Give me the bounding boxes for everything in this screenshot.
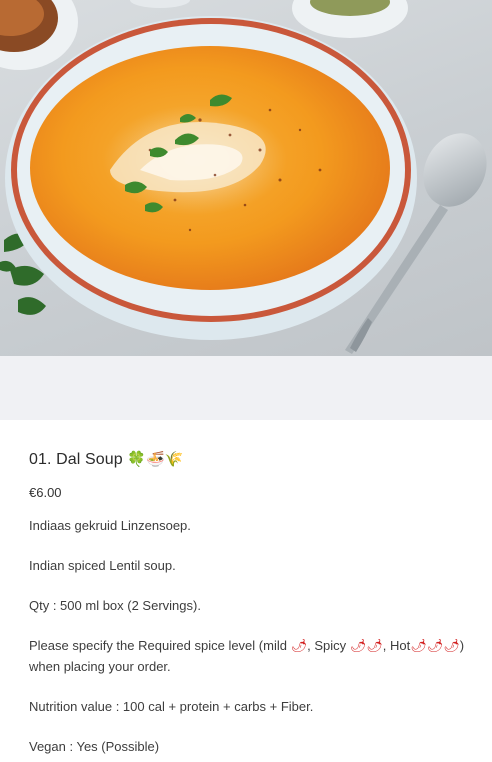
product-image [0,0,492,356]
spice-hot-label: , Hot [382,638,411,653]
description-dutch: Indiaas gekruid Linzensoep. [29,518,191,533]
product-title-text: 01. Dal Soup [29,451,123,468]
spice-intro: Please specify the Required spice level … [29,638,291,653]
chili-pepper-icon: 🌶🌶 [349,639,383,654]
spice-spicy-label: , Spicy [307,638,350,653]
product-title: 01. Dal Soup 🍀🍜🌾 [29,450,184,469]
soup-illustration [0,0,487,354]
chili-pepper-icon: 🌶🌶🌶 [410,639,460,654]
chili-pepper-icon: 🌶 [290,639,308,654]
product-description: Indiaas gekruid Linzensoep. Indian spice… [29,516,474,762]
description-qty: Qty : 500 ml box (2 Servings). [29,598,201,613]
description-spice-level: Please specify the Required spice level … [29,636,474,677]
product-price: €6.00 [29,485,62,500]
description-english: Indian spiced Lentil soup. [29,558,176,573]
description-vegan: Vegan : Yes (Possible) [29,739,160,754]
product-details: 01. Dal Soup 🍀🍜🌾 €6.00 Indiaas gekruid L… [0,420,492,762]
product-page: 01. Dal Soup 🍀🍜🌾 €6.00 Indiaas gekruid L… [0,0,492,762]
description-nutrition: Nutrition value : 100 cal + protein + ca… [29,699,314,714]
image-spacer [0,356,492,420]
title-emojis: 🍀🍜🌾 [127,450,184,468]
